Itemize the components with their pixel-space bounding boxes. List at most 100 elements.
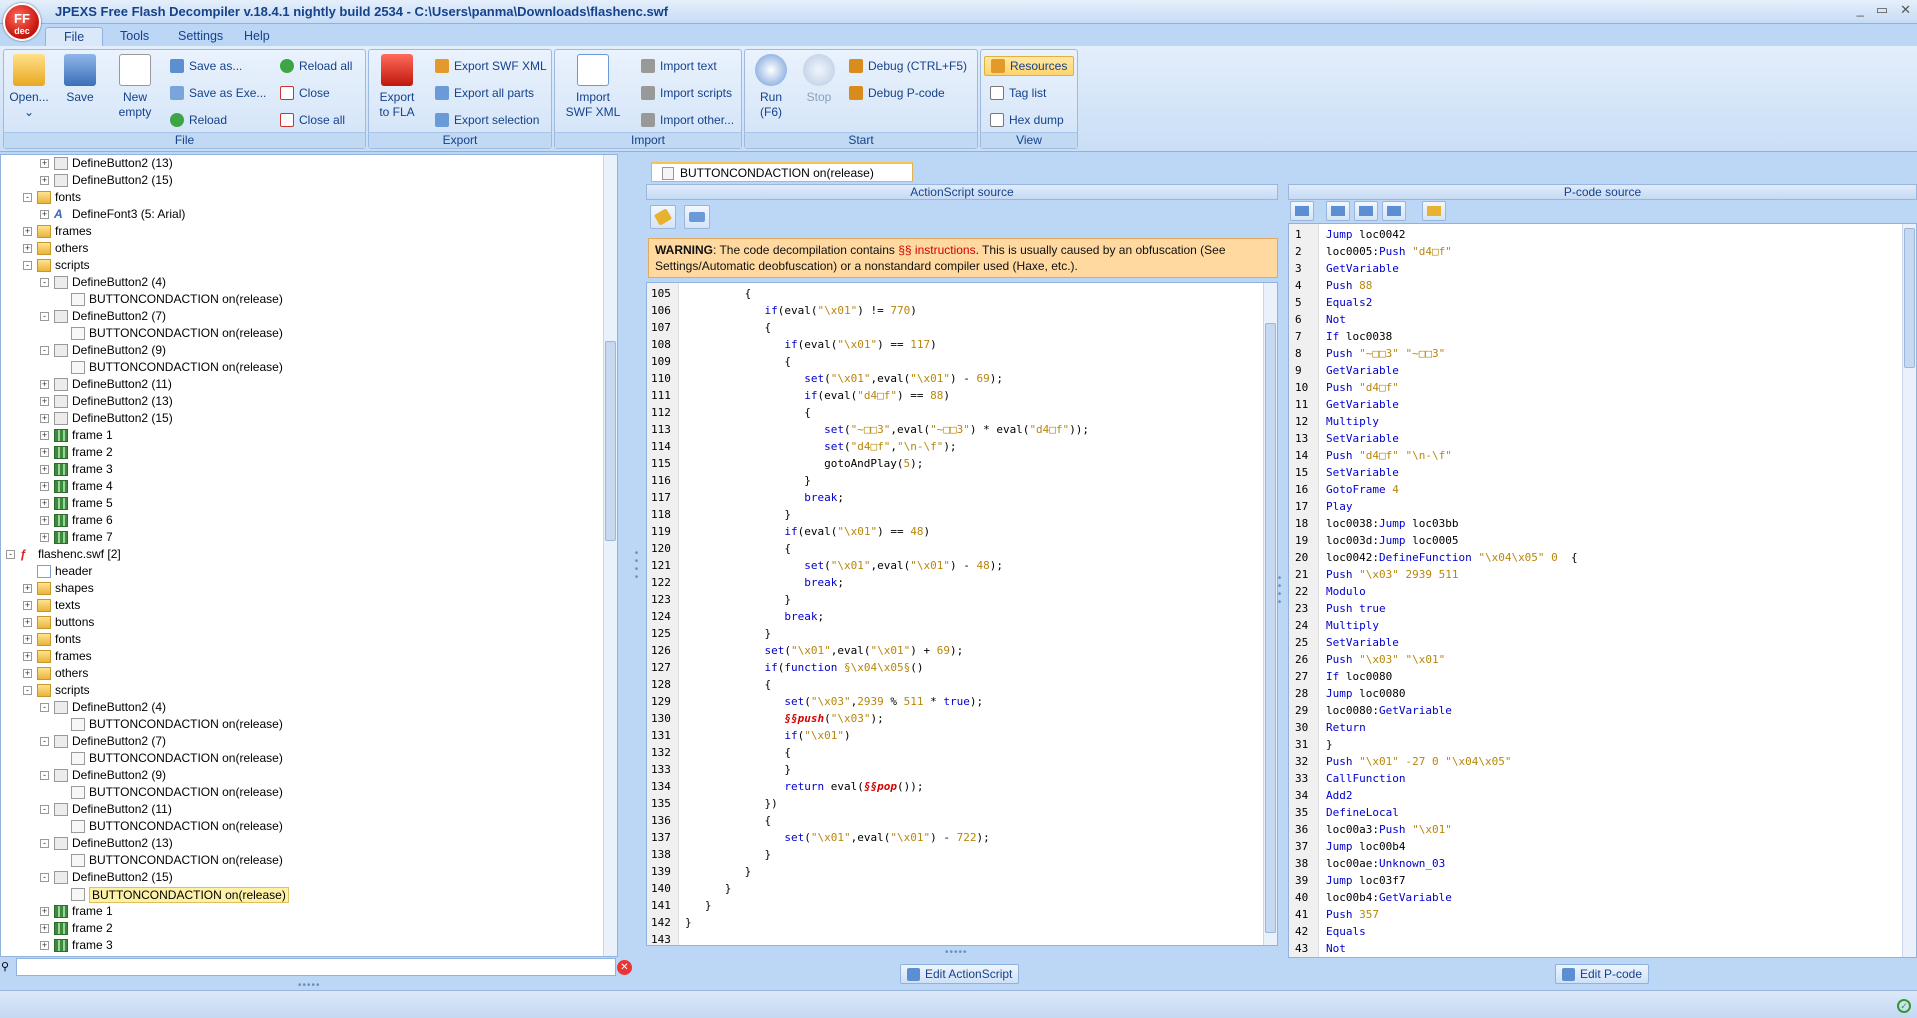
expand-icon[interactable]: +	[40, 414, 49, 423]
pcode-tool-4[interactable]	[1382, 201, 1406, 221]
export-all-parts-button[interactable]: Export all parts	[435, 83, 534, 103]
export-swf-xml-button[interactable]: Export SWF XML	[435, 56, 547, 76]
expand-icon[interactable]: +	[40, 397, 49, 406]
tree-node[interactable]: - ƒ flashenc.swf [2]	[1, 546, 604, 563]
export-selection-button[interactable]: Export selection	[435, 110, 539, 130]
tab-help[interactable]: Help	[226, 27, 288, 46]
hex-dump-button[interactable]: Hex dump	[990, 110, 1064, 130]
search-input[interactable]	[16, 958, 616, 976]
tree-node[interactable]: BUTTONCONDACTION on(release)	[1, 291, 604, 308]
pcode-tool-2[interactable]	[1326, 201, 1350, 221]
close-all-button[interactable]: Close all	[280, 110, 345, 130]
tree-node[interactable]: - DefineButton2 (4)	[1, 699, 604, 716]
tree-node[interactable]: - scripts	[1, 257, 604, 274]
clear-search-icon[interactable]: ✕	[617, 960, 632, 975]
tree-node[interactable]: + frame 1	[1, 903, 604, 920]
tree-node[interactable]: - DefineButton2 (7)	[1, 733, 604, 750]
tree-node[interactable]: BUTTONCONDACTION on(release)	[1, 886, 604, 903]
tree-node[interactable]: BUTTONCONDACTION on(release)	[1, 750, 604, 767]
expand-icon[interactable]: +	[40, 924, 49, 933]
expand-icon[interactable]: +	[40, 465, 49, 474]
tree-node[interactable]: - DefineButton2 (11)	[1, 801, 604, 818]
tree-node[interactable]: - DefineButton2 (9)	[1, 767, 604, 784]
import-scripts-button[interactable]: Import scripts	[641, 83, 732, 103]
tree-node[interactable]: + frame 4	[1, 478, 604, 495]
expand-icon[interactable]: +	[40, 516, 49, 525]
expand-icon[interactable]: +	[23, 652, 32, 661]
collapse-icon[interactable]: -	[40, 771, 49, 780]
pcode-tool-5[interactable]	[1422, 201, 1446, 221]
collapse-icon[interactable]: -	[23, 193, 32, 202]
reload-all-button[interactable]: Reload all	[280, 56, 352, 76]
tree-node[interactable]: + frame 3	[1, 937, 604, 954]
expand-icon[interactable]: +	[40, 941, 49, 950]
open-button[interactable]: Open... ⌄	[9, 54, 49, 120]
collapse-icon[interactable]: -	[6, 550, 15, 559]
collapse-icon[interactable]: -	[40, 873, 49, 882]
expand-icon[interactable]: +	[23, 618, 32, 627]
tab-tools[interactable]: Tools	[102, 27, 167, 46]
as-splitter-grip[interactable]: •••••	[945, 947, 968, 958]
expand-icon[interactable]: +	[23, 635, 32, 644]
collapse-icon[interactable]: -	[40, 312, 49, 321]
minimize-icon[interactable]: _	[1857, 2, 1864, 18]
export-fla-button[interactable]: Export to FLA	[375, 54, 419, 120]
resources-button[interactable]: Resources	[984, 56, 1075, 76]
reload-button[interactable]: Reload	[170, 110, 227, 130]
tree-node[interactable]: BUTTONCONDACTION on(release)	[1, 818, 604, 835]
tree-node[interactable]: - DefineButton2 (4)	[1, 274, 604, 291]
tree-node[interactable]: - DefineButton2 (13)	[1, 835, 604, 852]
tree-node[interactable]: + frame 3	[1, 461, 604, 478]
close-icon[interactable]: ✕	[1900, 2, 1911, 18]
pcode-editor[interactable]: 1 Jump loc0042 2 loc0005:Push "d4□f" 3 GetVar…	[1288, 223, 1917, 958]
tree-node[interactable]: + others	[1, 240, 604, 257]
tree-node[interactable]: BUTTONCONDACTION on(release)	[1, 852, 604, 869]
tree-node[interactable]: - fonts	[1, 189, 604, 206]
actionscript-editor[interactable]: 105 {106 if(eval("\x01") != 770) 107 {108…	[646, 282, 1278, 946]
save-as-exe-button[interactable]: Save as Exe...	[170, 83, 266, 103]
tree-node[interactable]: + frame 7	[1, 529, 604, 546]
tree-node[interactable]: + frame 2	[1, 444, 604, 461]
tree-node[interactable]: header	[1, 563, 604, 580]
import-swf-xml-button[interactable]: Import SWF XML	[565, 54, 621, 120]
debug-pcode-button[interactable]: Debug P-code	[849, 83, 945, 103]
settings-deobfuscation-button[interactable]	[684, 205, 710, 229]
tree-node[interactable]: + DefineButton2 (15)	[1, 410, 604, 427]
import-other-button[interactable]: Import other...	[641, 110, 734, 130]
collapse-icon[interactable]: -	[40, 737, 49, 746]
debug-button[interactable]: Debug (CTRL+F5)	[849, 56, 967, 76]
tree-node[interactable]: + frame 1	[1, 427, 604, 444]
tree-node[interactable]: + DefineButton2 (13)	[1, 155, 604, 172]
tree-node[interactable]: + frames	[1, 223, 604, 240]
tree-node[interactable]: - DefineButton2 (9)	[1, 342, 604, 359]
document-tab[interactable]: BUTTONCONDACTION on(release)	[651, 162, 913, 182]
expand-icon[interactable]: +	[40, 159, 49, 168]
tree-node[interactable]: + DefineButton2 (13)	[1, 393, 604, 410]
expand-icon[interactable]: +	[23, 227, 32, 236]
collapse-icon[interactable]: -	[23, 261, 32, 270]
expand-icon[interactable]: +	[40, 533, 49, 542]
tree-node[interactable]: - scripts	[1, 682, 604, 699]
tree-node[interactable]: + texts	[1, 597, 604, 614]
pcode-tool-1[interactable]	[1290, 201, 1314, 221]
edit-actionscript-button[interactable]: Edit ActionScript	[900, 964, 1020, 984]
collapse-icon[interactable]: -	[40, 703, 49, 712]
run-button[interactable]: Run (F6)	[753, 54, 789, 120]
tree-node[interactable]: + DefineButton2 (11)	[1, 376, 604, 393]
tree-node[interactable]: + frames	[1, 648, 604, 665]
save-button[interactable]: Save	[62, 54, 98, 105]
tab-file[interactable]: File	[45, 27, 104, 46]
stop-button[interactable]: Stop	[801, 54, 837, 105]
expand-icon[interactable]: +	[40, 482, 49, 491]
tree-scrollbar[interactable]	[603, 155, 617, 956]
tree-node[interactable]: + A DefineFont3 (5: Arial)	[1, 206, 604, 223]
expand-icon[interactable]: +	[40, 431, 49, 440]
tree-node[interactable]: + frame 5	[1, 495, 604, 512]
tree-node[interactable]: + frame 6	[1, 512, 604, 529]
expand-icon[interactable]: +	[23, 244, 32, 253]
as-scrollbar[interactable]	[1263, 283, 1277, 945]
tree-node[interactable]: - DefineButton2 (7)	[1, 308, 604, 325]
new-empty-button[interactable]: New empty	[114, 54, 156, 120]
tree-node[interactable]: + frame 2	[1, 920, 604, 937]
tree-node[interactable]: BUTTONCONDACTION on(release)	[1, 784, 604, 801]
